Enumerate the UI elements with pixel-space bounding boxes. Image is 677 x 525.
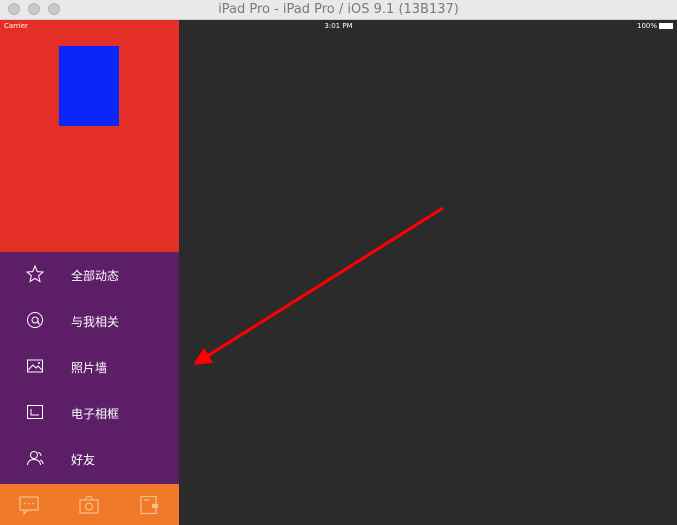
ios-status-bar: Carrier 3:01 PM 100%: [0, 20, 677, 32]
menu-item-label: 照片墙: [71, 361, 108, 375]
star-icon: [25, 264, 45, 283]
friends-icon: [27, 451, 44, 466]
status-time: 3:01 PM: [324, 22, 353, 30]
battery-percent: 100%: [636, 22, 657, 30]
contacts-icon[interactable]: [138, 494, 160, 516]
menu-item-digital-frame[interactable]: 电子相框: [0, 390, 179, 436]
menu-item-friends[interactable]: 好友: [0, 436, 179, 482]
camera-icon[interactable]: [78, 494, 100, 516]
window-title: iPad Pro - iPad Pro / iOS 9.1 (13B137): [218, 2, 459, 17]
tab-bar: [0, 484, 179, 525]
menu-item-label: 与我相关: [71, 315, 120, 329]
menu-item-label: 电子相框: [71, 407, 120, 421]
avatar[interactable]: [59, 46, 119, 126]
menu-item-label: 全部动态: [71, 269, 120, 283]
menu-item-all-updates[interactable]: 全部动态: [0, 252, 179, 298]
drawer-menu: 全部动态 与我相关 照片墙 电子相框 好友: [0, 252, 179, 484]
battery-icon: [659, 23, 673, 29]
frame-icon: [27, 405, 43, 419]
menu-item-label: 好友: [71, 453, 96, 467]
drawer-header: [0, 20, 179, 252]
menu-item-photo-wall[interactable]: 照片墙: [0, 344, 179, 390]
simulator-title-bar: iPad Pro - iPad Pro / iOS 9.1 (13B137): [0, 0, 677, 20]
menu-item-related-to-me[interactable]: 与我相关: [0, 298, 179, 344]
chat-icon[interactable]: [18, 494, 40, 516]
battery-status: 100%: [637, 22, 673, 30]
at-icon: [27, 312, 43, 328]
side-drawer: 全部动态 与我相关 照片墙 电子相框 好友: [0, 20, 179, 525]
arrow-line: [193, 206, 444, 365]
photo-icon: [27, 359, 43, 373]
